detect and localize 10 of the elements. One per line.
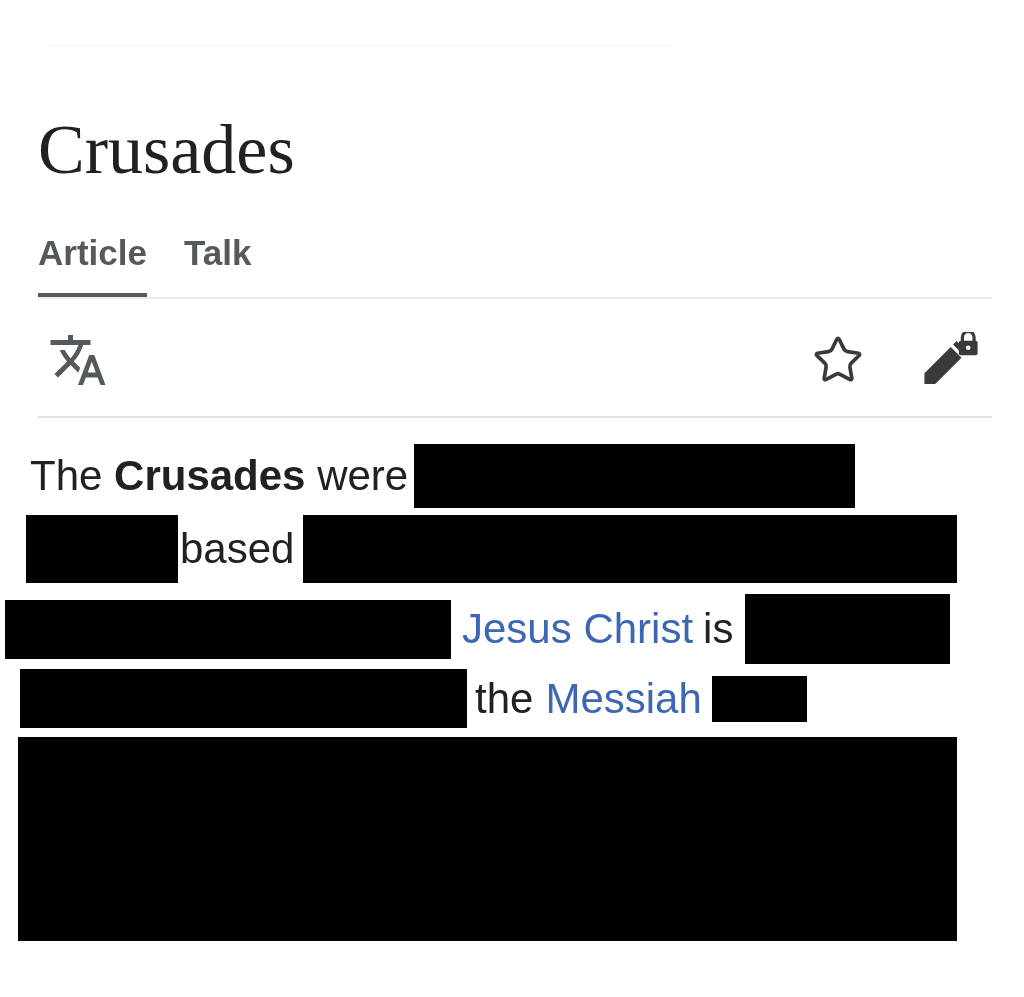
page-title: Crusades [38,115,295,185]
tab[interactable]: Article [38,233,147,297]
tab[interactable]: Talk [183,233,252,297]
article-link[interactable]: Jesus Christ [462,605,694,653]
paragraph-text: The Crusades were [30,452,409,500]
article-link[interactable]: Messiah [545,674,702,723]
paragraph-text: based [180,525,295,573]
paragraph-text: the [475,674,534,723]
pencil-lock-icon[interactable] [924,331,978,384]
paragraph-text: is [703,605,734,653]
